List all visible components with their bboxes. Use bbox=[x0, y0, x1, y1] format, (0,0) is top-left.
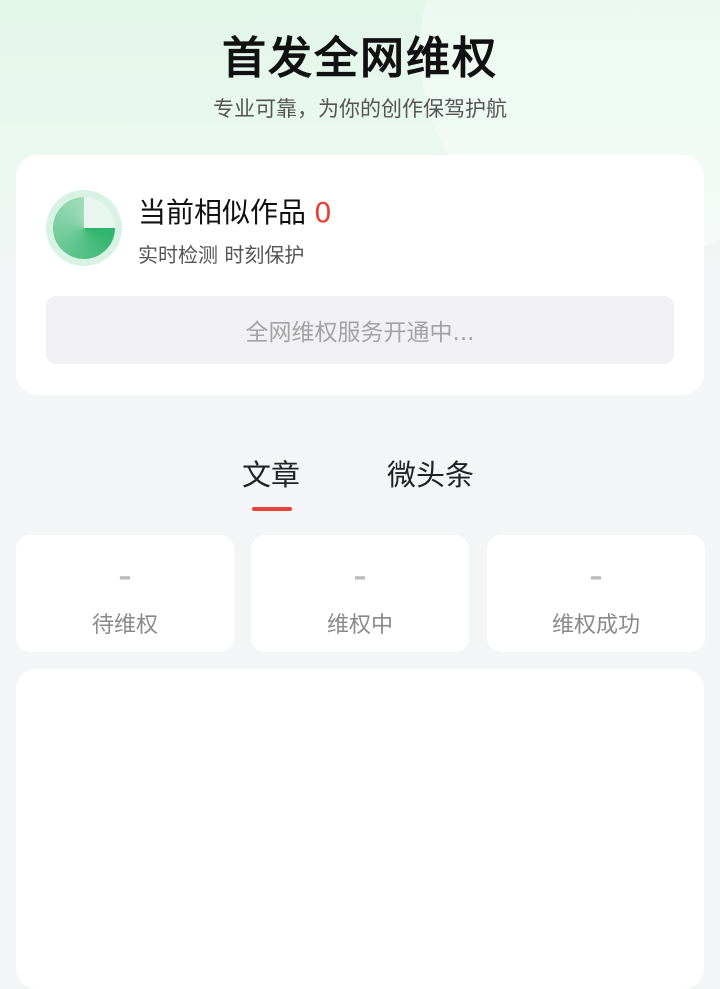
stat-success-value: – bbox=[589, 562, 603, 592]
stat-in-progress-label: 维权中 bbox=[326, 613, 393, 638]
content-tabs: 文章 微头条 bbox=[0, 452, 720, 522]
stat-success[interactable]: – 维权成功 bbox=[487, 535, 705, 652]
active-tab-indicator bbox=[252, 507, 292, 511]
tab-article[interactable]: 文章 bbox=[242, 452, 300, 494]
stat-in-progress-value: – bbox=[353, 562, 367, 592]
stat-pending-value: – bbox=[118, 562, 132, 592]
service-status-bar: 全网维权服务开通中... bbox=[46, 296, 674, 364]
monitor-card: 当前相似作品 0 实时检测 时刻保护 全网维权服务开通中... bbox=[16, 155, 704, 395]
similar-works-heading: 当前相似作品 0 bbox=[138, 191, 332, 231]
page-title: 首发全网维权 bbox=[222, 33, 498, 84]
stat-pending[interactable]: – 待维权 bbox=[16, 535, 234, 652]
stat-pending-label: 待维权 bbox=[91, 613, 158, 638]
radar-scan-icon bbox=[46, 190, 122, 266]
stat-in-progress[interactable]: – 维权中 bbox=[251, 535, 469, 652]
monitor-subtitle: 实时检测 时刻保护 bbox=[138, 243, 305, 267]
radar-disc bbox=[53, 197, 115, 259]
stat-success-label: 维权成功 bbox=[551, 613, 640, 638]
page-subtitle: 专业可靠，为你的创作保驾护航 bbox=[213, 97, 507, 121]
tab-micro-headline[interactable]: 微头条 bbox=[387, 452, 474, 494]
similar-works-label: 当前相似作品 bbox=[138, 196, 307, 229]
rights-list-card bbox=[16, 669, 704, 989]
similar-works-count: 0 bbox=[314, 196, 332, 229]
